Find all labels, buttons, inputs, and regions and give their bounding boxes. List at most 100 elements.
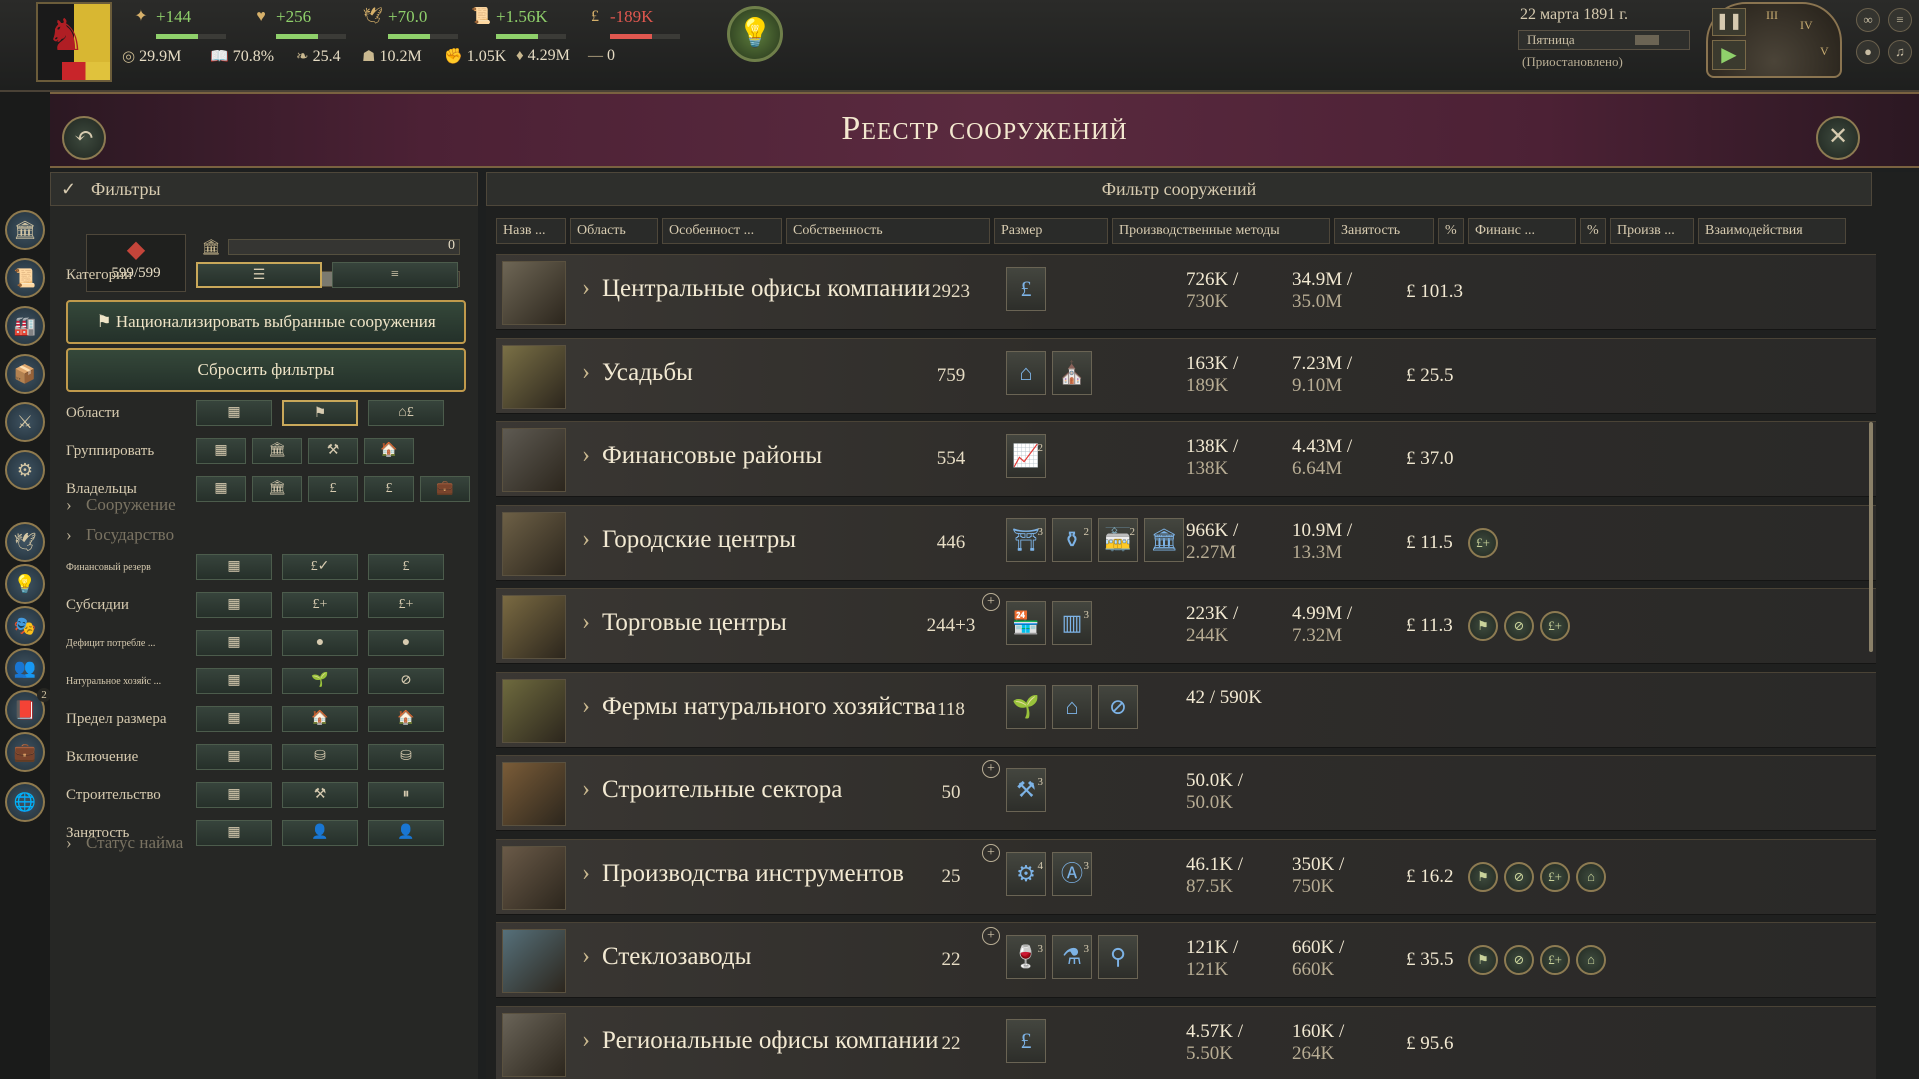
filter-option-button[interactable]: 🏠 <box>364 438 414 464</box>
sub-stat-sol[interactable]: ❧ 25.4 <box>296 47 341 66</box>
chevron-right-icon[interactable]: › <box>582 526 590 553</box>
briefcase-icon[interactable]: 💼 <box>5 732 45 772</box>
stat-pound[interactable]: £ -189K <box>584 6 680 39</box>
production-method-icon[interactable]: ⚱ 2 <box>1052 517 1092 562</box>
sub-stat-literacy[interactable]: 📖 70.8% <box>210 47 274 66</box>
table-row[interactable]: › Стеклозаводы 22 + 🍷 3 ⚗ 3 ⚲ 121K /121K 660K /660… <box>496 922 1876 998</box>
column-header[interactable]: Производственные методы <box>1112 218 1330 244</box>
chevron-right-icon[interactable]: › <box>582 359 590 386</box>
population-icon[interactable]: 👥 <box>5 648 45 688</box>
interaction-button[interactable]: ⊘ <box>1504 861 1534 892</box>
production-method-icon[interactable]: 🚋 2 <box>1098 517 1138 562</box>
country-flag[interactable]: ♞ <box>36 2 112 82</box>
play-button[interactable]: ▶ <box>1712 40 1746 70</box>
production-method-icon[interactable]: ⛪ <box>1052 350 1092 395</box>
scrollbar[interactable] <box>1869 422 1873 652</box>
sub-stat-army[interactable]: ✊ 1.05K <box>444 47 506 66</box>
lightbulb-icon[interactable]: 💡 <box>727 6 783 62</box>
filter-option-button[interactable]: ▦ <box>196 706 272 732</box>
table-row[interactable]: › Торговые центры 244+3 + 🏪 ▥ 3 223K /244K 4.99M… <box>496 588 1876 664</box>
record-icon[interactable]: ● <box>1856 40 1880 64</box>
chevron-right-icon[interactable]: › <box>582 693 590 720</box>
filters-header[interactable]: ✓ Фильтры <box>50 172 478 206</box>
dove-icon[interactable]: 🕊 <box>5 522 45 562</box>
column-header[interactable]: Особенност ... <box>662 218 782 244</box>
column-header[interactable]: % <box>1580 218 1606 244</box>
interaction-button[interactable]: ⚑ <box>1468 945 1498 975</box>
interaction-button[interactable]: ⌂ <box>1576 861 1606 892</box>
interaction-button[interactable]: ⚑ <box>1468 611 1498 641</box>
expand-plus-button[interactable]: + <box>982 843 1000 862</box>
tech-icon[interactable]: 💡 <box>5 564 45 604</box>
column-header[interactable]: Взаимодействия <box>1698 218 1846 244</box>
table-row[interactable]: › Центральные офисы компании 2923 £726K /73… <box>496 254 1876 330</box>
production-method-icon[interactable]: ▥ 3 <box>1052 601 1092 645</box>
sub-stat-gdp[interactable]: ◎ 29.9M <box>122 47 181 66</box>
politics-icon[interactable]: 🎭 <box>5 606 45 646</box>
interaction-button[interactable]: ⌂ <box>1576 945 1606 975</box>
filter-option-button[interactable]: ⏸ <box>368 782 444 808</box>
stat-legitimacy[interactable]: 🕊 +70.0 <box>362 6 458 39</box>
stat-influence[interactable]: ♥ +256 <box>250 6 346 39</box>
production-method-icon[interactable]: ⚒ 3 <box>1006 768 1046 812</box>
stat-bureaucracy[interactable]: 📜 +1.56K <box>470 6 566 39</box>
nationalize-button[interactable]: ⚑ Национализировать выбранные сооружения <box>66 300 466 344</box>
interaction-button[interactable]: ⊘ <box>1504 945 1534 975</box>
interaction-button[interactable]: £+ <box>1468 527 1498 558</box>
filter-option-button[interactable]: 🏠 <box>368 706 444 732</box>
filter-option-button[interactable]: 🏠 <box>282 706 358 732</box>
production-method-icon[interactable]: 📈 2 <box>1006 434 1046 478</box>
filter-option-button[interactable]: £✓ <box>282 554 358 580</box>
reset-filters-button[interactable]: Сбросить фильтры <box>66 348 466 392</box>
filter-option-button[interactable]: ⚑ <box>282 400 358 426</box>
filter-option-button[interactable]: £ <box>368 554 444 580</box>
back-button[interactable]: ↶ <box>62 116 106 160</box>
collapse-hiring-status[interactable]: › Статус найма <box>66 828 466 858</box>
market-icon[interactable]: 📦 <box>5 354 45 394</box>
production-method-icon[interactable]: 🏪 <box>1006 601 1046 645</box>
filter-option-button[interactable]: ▦ <box>196 554 272 580</box>
interaction-button[interactable]: £+ <box>1540 945 1570 975</box>
filter-option-button[interactable]: ▦ <box>196 592 272 618</box>
diplomacy-icon[interactable]: ⚙ <box>5 450 45 490</box>
production-method-icon[interactable]: £ <box>1006 1018 1046 1063</box>
interaction-button[interactable]: £+ <box>1540 611 1570 641</box>
column-header[interactable]: % <box>1438 218 1464 244</box>
filter-option-button[interactable]: 🌱 <box>282 668 358 694</box>
chevron-right-icon[interactable]: › <box>582 860 590 887</box>
chevron-right-icon[interactable]: › <box>582 943 590 970</box>
chevron-right-icon[interactable]: › <box>582 442 590 469</box>
chevron-right-icon[interactable]: › <box>582 609 590 636</box>
sub-stat-population[interactable]: ☗ 10.2M <box>362 47 422 66</box>
chevron-right-icon[interactable]: › <box>582 1027 590 1054</box>
chevron-right-icon[interactable]: › <box>582 275 590 302</box>
filter-option-button[interactable]: ⊘ <box>368 668 444 694</box>
table-row[interactable]: › Строительные сектора 50 + ⚒ 3 50.0K /50.0K <box>496 755 1876 831</box>
expand-plus-button[interactable]: + <box>982 593 1000 611</box>
filter-option-button[interactable]: ▦ <box>196 782 272 808</box>
filter-option-button[interactable]: ⌂£ <box>368 400 444 426</box>
expand-plus-button[interactable]: + <box>982 760 1000 778</box>
economy-icon[interactable]: 📜 <box>5 258 45 298</box>
interaction-button[interactable]: £+ <box>1540 861 1570 892</box>
column-header[interactable]: Назв ... <box>496 218 566 244</box>
table-row[interactable]: › Финансовые районы 554 📈 2 138K /138K 4.43M /… <box>496 421 1876 497</box>
filter-option-button[interactable]: ▦ <box>196 400 272 426</box>
production-method-icon[interactable]: £ <box>1006 267 1046 311</box>
production-method-icon[interactable]: ⛩ 3 <box>1006 517 1046 562</box>
chevron-right-icon[interactable]: › <box>582 776 590 803</box>
music-icon[interactable]: ♫ <box>1888 40 1912 64</box>
globe-icon[interactable]: 🌐 <box>5 782 45 822</box>
government-icon[interactable]: 🏛 <box>5 210 45 250</box>
table-row[interactable]: › Усадьбы 759 ⌂ ⛪ 163K /189K 7.23M /9.10M £ 25.… <box>496 337 1876 414</box>
column-header[interactable]: Размер <box>994 218 1108 244</box>
filter-option-button[interactable]: ⚒ <box>282 782 358 808</box>
expand-plus-button[interactable]: + <box>982 927 1000 945</box>
column-header[interactable]: Произв ... <box>1610 218 1694 244</box>
production-method-icon[interactable]: ⌂ <box>1052 684 1092 729</box>
column-header[interactable]: Занятость <box>1334 218 1434 244</box>
production-method-icon[interactable]: ⚗ 3 <box>1052 935 1092 979</box>
production-method-icon[interactable]: ⚙ 4 <box>1006 851 1046 896</box>
production-method-icon[interactable]: 🏛 <box>1144 517 1184 562</box>
column-header[interactable]: Финанс ... <box>1468 218 1576 244</box>
